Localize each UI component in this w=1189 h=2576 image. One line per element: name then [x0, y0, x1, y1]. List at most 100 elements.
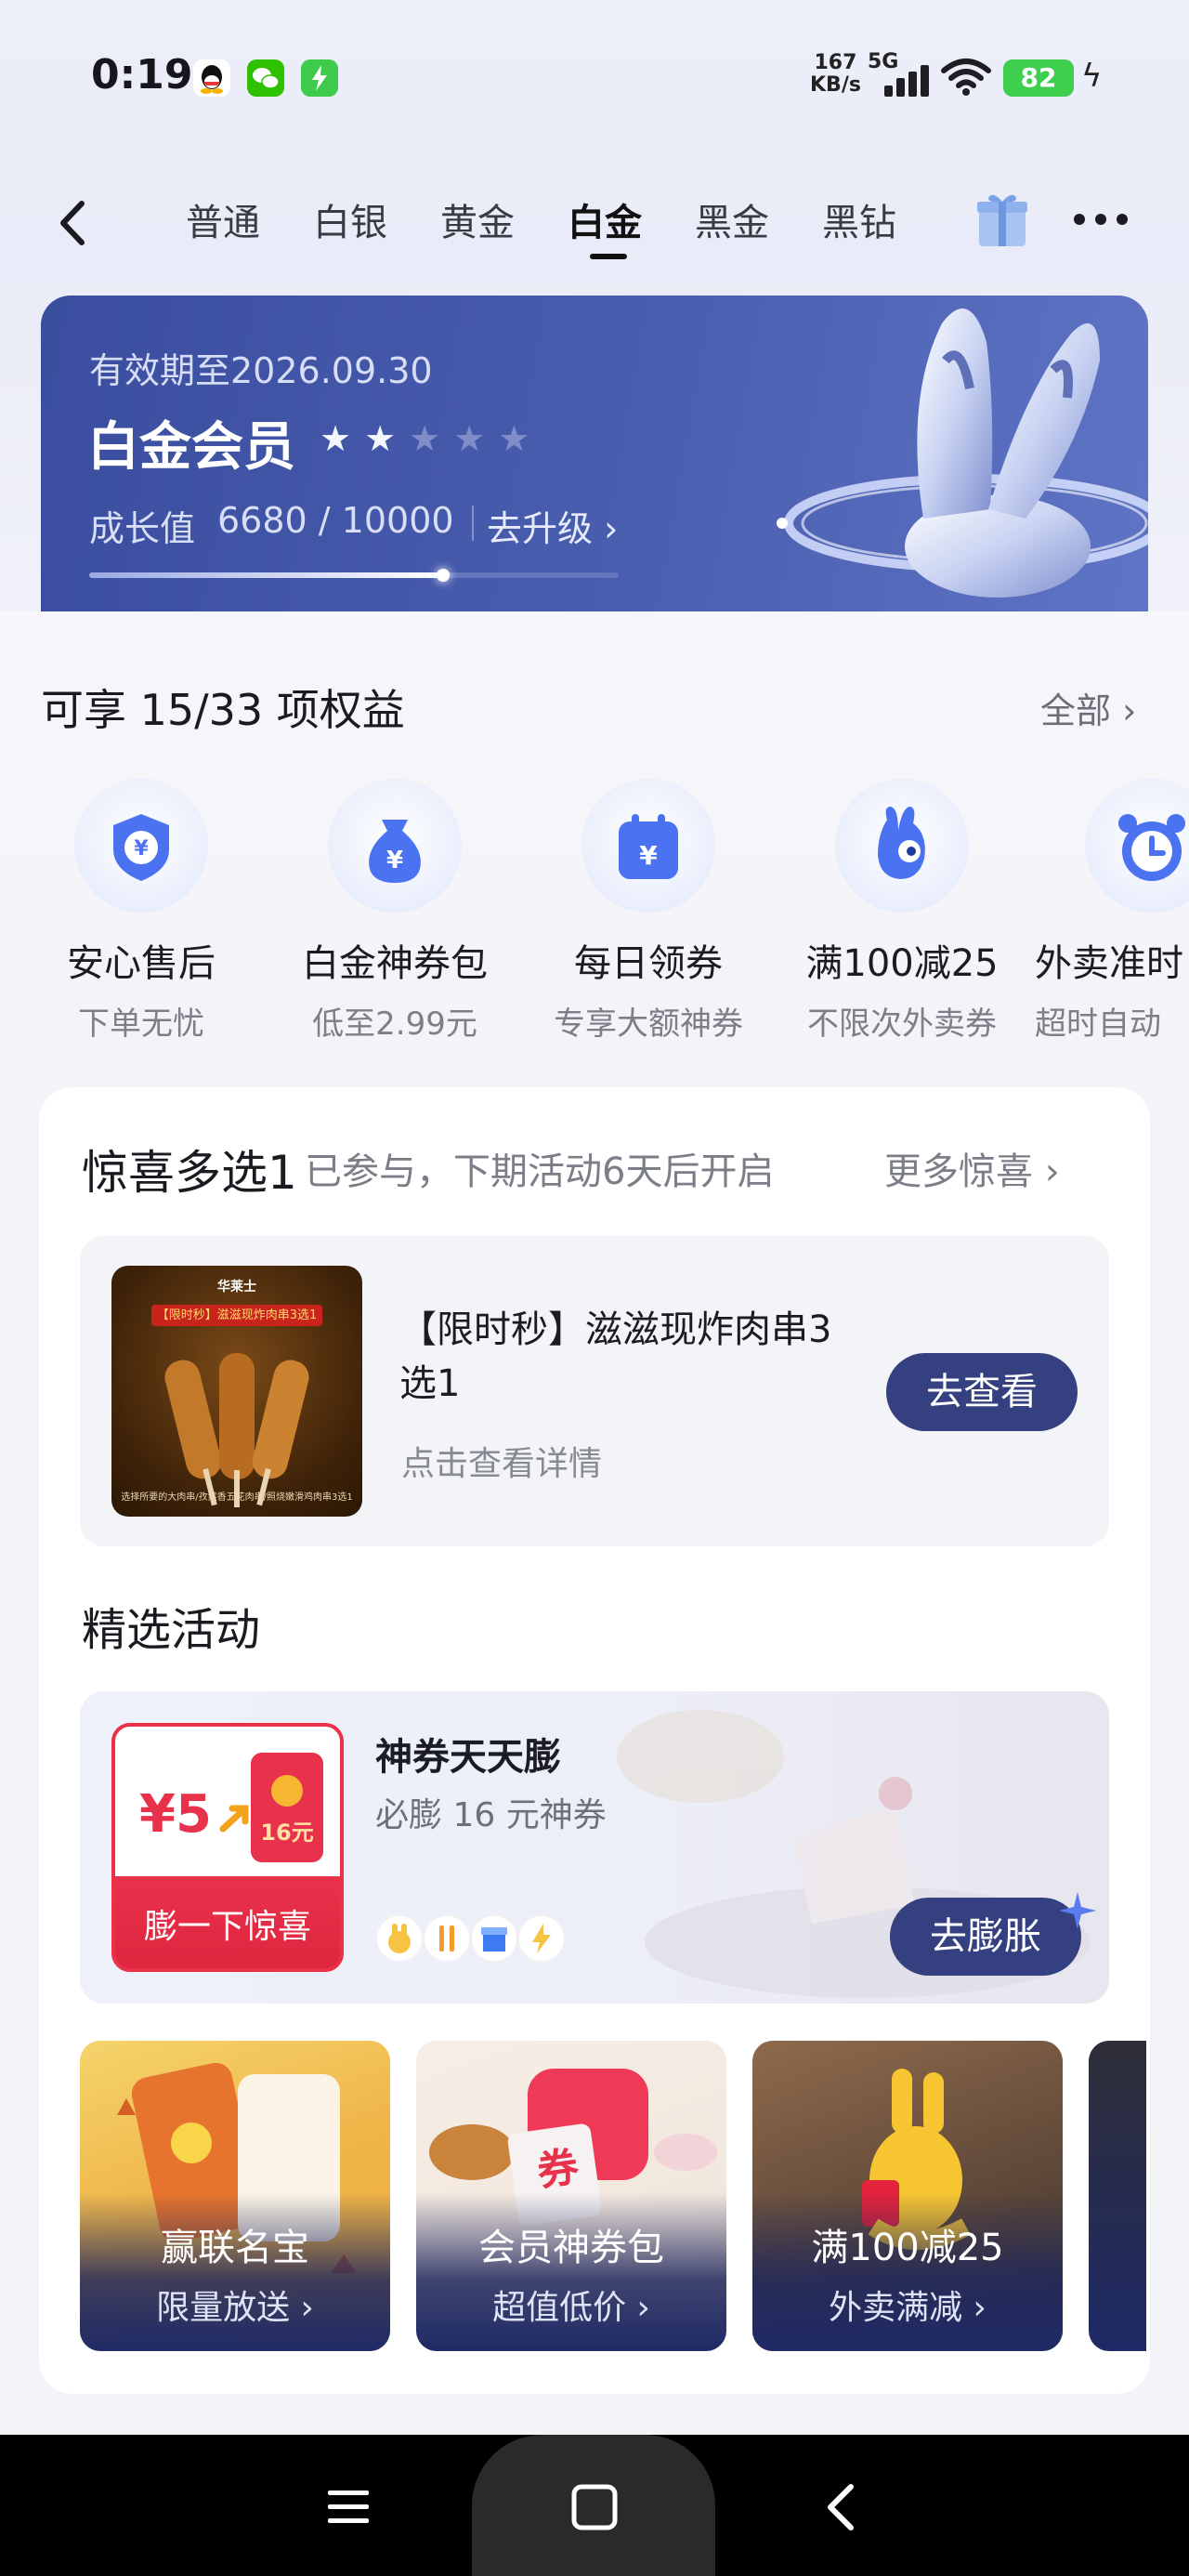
growth-progress-dot: [436, 569, 450, 582]
card-level-title: 白金会员: [87, 417, 295, 478]
status-bar: 0:19 167 KB/s 5G 82 ϟ: [0, 0, 1189, 158]
shield-yen-icon: ¥: [74, 779, 208, 913]
svg-text:¥: ¥: [639, 840, 658, 871]
benefit-item[interactable]: ¥ 白金神券包 低至2.99元: [274, 779, 516, 1044]
qq-icon: [193, 59, 230, 97]
star-icon: ★: [320, 418, 352, 459]
benefit-item[interactable]: ¥ 每日领券 专享大额神券: [528, 779, 769, 1044]
star-icon: ★: [364, 418, 397, 459]
featured-title: 精选活动: [82, 1604, 261, 1656]
wechat-icon: [247, 59, 284, 97]
deal-img-caption: 选择所要的大肉串/孜然香五花肉串/照烧嫩滑鸡肉串3选1: [121, 1492, 353, 1503]
benefits-title: 可享 15/33 项权益: [41, 685, 405, 735]
star-icon: ★: [453, 418, 486, 459]
benefit-sub: 下单无忧: [78, 1005, 204, 1043]
charging-bolt-icon: ϟ: [1081, 58, 1103, 95]
activity-card-coupon-pack[interactable]: 券 会员神券包 超值低价 ›: [416, 2041, 726, 2351]
home-button[interactable]: [570, 2483, 619, 2531]
promo-title: 神券天天膨: [375, 1736, 561, 1779]
surprise-title: 惊喜多选1: [82, 1146, 297, 1200]
svg-text:¥: ¥: [134, 837, 149, 861]
star-icon: ★: [498, 418, 530, 459]
net-speed-unit: KB/s: [810, 73, 861, 97]
boost-tile: ¥5 16元 膨一下惊喜: [111, 1723, 344, 1972]
promo-sub: 必膨 16 元神券: [375, 1796, 607, 1834]
benefit-name: 外卖准时: [1035, 942, 1183, 985]
benefit-sub: 超时自动: [1035, 1005, 1161, 1043]
deal-img-brand: 华莱士: [217, 1280, 256, 1295]
coin-icon: [271, 1775, 303, 1807]
deal-img-banner-wrap: 【限时秒】滋滋现炸肉串3选1: [111, 1305, 362, 1326]
chevron-right-icon: ›: [1044, 1150, 1060, 1193]
view-deal-button[interactable]: 去查看: [886, 1353, 1078, 1431]
fork-knife-icon: [423, 1914, 472, 1963]
chevron-right-icon: ›: [636, 2289, 650, 2327]
card-valid-until: 有效期至2026.09.30: [89, 350, 433, 391]
level-tabs: 普通 白银 黄金 白金 黑金 黑钻: [186, 191, 949, 259]
gift-icon[interactable]: [975, 191, 1029, 248]
growth-progress-bar: [89, 569, 619, 582]
activity-card-partial[interactable]: [1089, 2041, 1146, 2351]
chevron-right-icon: ›: [300, 2289, 314, 2327]
card-sub-label: 超值低价: [492, 2289, 627, 2327]
benefits-all-link[interactable]: 全部 ›: [1040, 682, 1136, 733]
card-sub: 限量放送 ›: [80, 2280, 390, 2329]
chevron-right-icon: ›: [1122, 690, 1137, 731]
activity-card-collab[interactable]: 赢联名宝 限量放送 ›: [80, 2041, 390, 2351]
member-card: 有效期至2026.09.30 白金会员 ★ ★ ★ ★ ★ 成长值 6680 / 100…: [41, 296, 1148, 611]
tab-baijin[interactable]: 白金: [568, 191, 695, 259]
red-envelope-icon: 16元: [251, 1753, 323, 1862]
more-surprises-label: 更多惊喜: [884, 1150, 1033, 1193]
tab-putong[interactable]: 普通: [186, 191, 313, 256]
card-title: 会员神券包: [478, 2227, 664, 2269]
battery-indicator: 82: [1003, 59, 1074, 97]
more-surprises-link[interactable]: 更多惊喜 ›: [884, 1141, 1060, 1195]
card-sub: 超值低价 ›: [416, 2280, 726, 2329]
star-icon: ★: [409, 418, 441, 459]
all-label: 全部: [1040, 690, 1112, 731]
net-speed: 167 KB/s: [810, 52, 861, 97]
level-stars: ★ ★ ★ ★ ★: [320, 418, 542, 459]
boost-coupon-button[interactable]: 去膨胀: [890, 1898, 1081, 1976]
chevron-right-icon: ›: [973, 2289, 986, 2327]
benefit-item[interactable]: 外卖准时 超时自动: [1035, 779, 1189, 1044]
card-title: 满100减25: [811, 2227, 1004, 2269]
benefit-sub: 不限次外卖券: [807, 1005, 997, 1043]
boost-tile-label: 膨一下惊喜: [143, 1908, 311, 1946]
benefit-name: 安心售后: [67, 942, 216, 985]
status-time: 0:19: [91, 51, 193, 99]
promo-category-icons: [375, 1914, 567, 1963]
card-sub: 外卖满减 ›: [752, 2280, 1063, 2329]
boost-from-amount: ¥5: [139, 1784, 212, 1845]
benefit-name: 满100减25: [805, 942, 999, 985]
back-button[interactable]: [46, 191, 102, 256]
benefit-item[interactable]: 满100减25 不限次外卖券: [781, 779, 1023, 1044]
system-back-button[interactable]: [817, 2481, 864, 2533]
tab-huangjin[interactable]: 黄金: [440, 191, 568, 256]
mascot-icon: [835, 779, 969, 913]
deal-details-link[interactable]: 点击查看详情: [401, 1437, 602, 1485]
benefit-item[interactable]: ¥ 安心售后 下单无忧: [20, 779, 262, 1044]
store-icon: [470, 1914, 519, 1963]
calendar-yen-icon: ¥: [581, 779, 715, 913]
more-options-button[interactable]: [1068, 204, 1133, 232]
deal-name: 【限时秒】滋滋现炸肉串3选1: [399, 1308, 832, 1405]
tab-heizuan[interactable]: 黑钻: [822, 191, 949, 256]
sparkle-icon: [1059, 1892, 1096, 1929]
tab-heijin[interactable]: 黑金: [695, 191, 822, 256]
divider: [472, 506, 474, 541]
surprise-status: 已参与，下期活动6天后开启: [305, 1150, 775, 1193]
charging-app-icon: [301, 59, 338, 97]
menu-button[interactable]: [325, 2483, 372, 2530]
card-sub-label: 限量放送: [156, 2289, 291, 2327]
tab-baiyin[interactable]: 白银: [313, 191, 440, 256]
card-title: 赢联名宝: [161, 2227, 309, 2269]
activity-card-discount[interactable]: 满100减25 外卖满减 ›: [752, 2041, 1063, 2351]
wifi-icon: [940, 58, 992, 97]
upgrade-link[interactable]: 去升级 ›: [487, 500, 618, 551]
arrow-up-right-icon: [219, 1805, 249, 1833]
card-sub-label: 外卖满减: [829, 2289, 963, 2327]
coupon-badge: 券: [534, 2143, 581, 2196]
benefit-sub: 专享大额神券: [554, 1005, 743, 1043]
signal-icon: [884, 65, 929, 97]
